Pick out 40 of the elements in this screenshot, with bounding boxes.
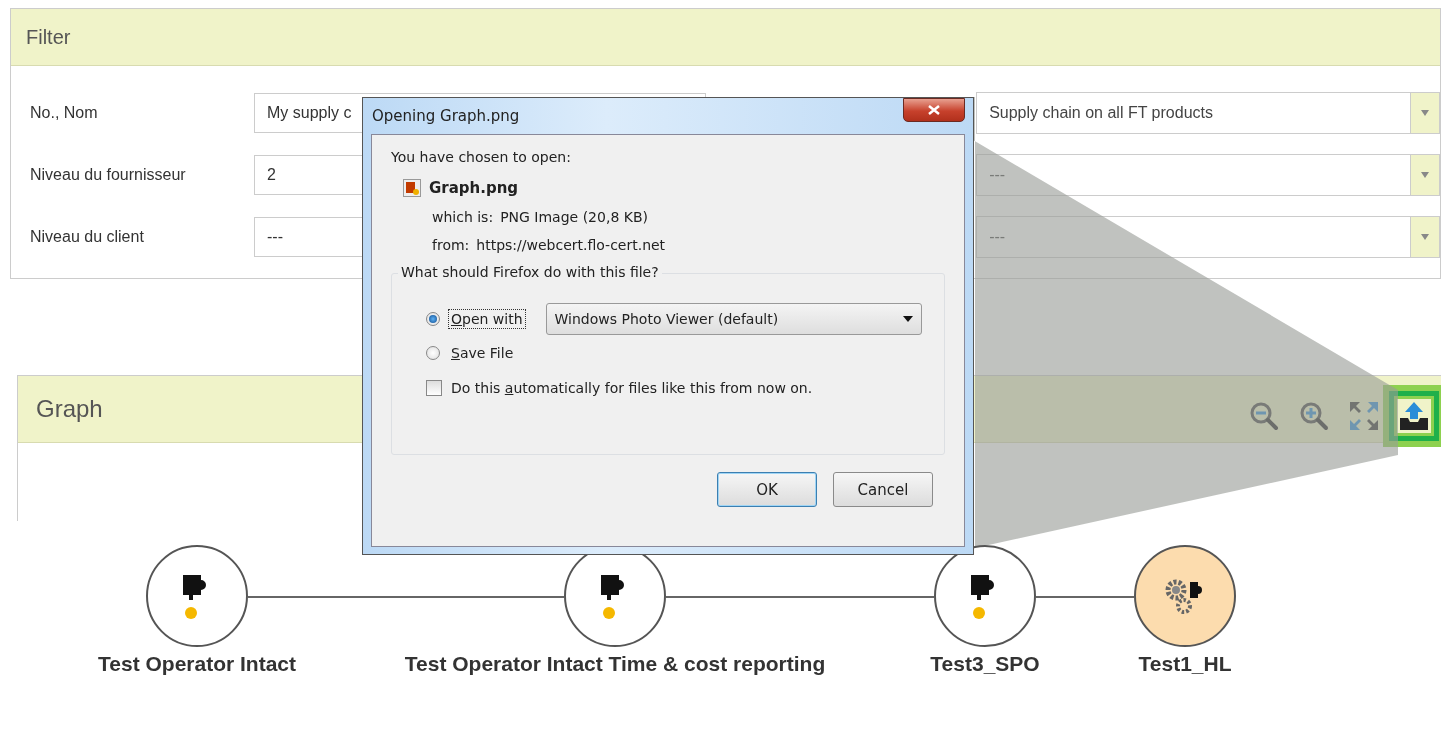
radio-button[interactable] <box>426 312 440 326</box>
zoom-in-icon[interactable] <box>1298 400 1330 432</box>
field-label: No., Nom <box>29 104 99 122</box>
node-label: Test1_HL <box>1138 652 1232 676</box>
detail-value: https://webcert.flo-cert.net <box>476 237 666 253</box>
caret-icon <box>1421 234 1429 240</box>
dialog-title: Opening Graph.png <box>372 107 521 125</box>
node-label: Test Operator Intact <box>98 652 296 676</box>
node-label: Test Operator Intact Time & cost reporting <box>404 652 826 676</box>
panel-title: Filter <box>26 25 71 49</box>
dialog-button[interactable]: Cancel <box>833 472 933 507</box>
radio-label[interactable]: Open with <box>448 309 526 329</box>
dropdown[interactable]: Supply chain on all FT products <box>976 92 1440 134</box>
field-label: Niveau du client <box>29 228 145 246</box>
caret-icon <box>1421 172 1429 178</box>
close-button[interactable] <box>903 98 965 122</box>
radio-button[interactable] <box>426 346 440 360</box>
field-label: Niveau du fournisseur <box>29 166 187 184</box>
detail-label: which is: <box>432 209 494 225</box>
dropdown-value: --- <box>988 228 1007 246</box>
caret-icon <box>1421 110 1429 116</box>
dropdown-value: Supply chain on all FT products <box>988 104 1214 122</box>
zoom-out-icon[interactable] <box>1248 400 1280 432</box>
file-name: Graph.png <box>429 179 519 197</box>
detail-label: from: <box>432 237 470 253</box>
dialog-button[interactable]: OK <box>717 472 817 507</box>
checkbox[interactable] <box>426 380 442 396</box>
export-icon[interactable] <box>1398 400 1430 432</box>
radio-label[interactable]: Save File <box>448 343 517 363</box>
image-file-icon <box>403 179 421 197</box>
caret-icon <box>902 316 913 322</box>
dialog-text: You have chosen to open: <box>391 149 572 165</box>
group-title: What should Firefox do with this file? <box>398 264 662 280</box>
app-dropdown[interactable]: Windows Photo Viewer (default) <box>545 303 922 335</box>
panel-title: Graph <box>36 395 104 423</box>
node-label: Test3_SPO <box>930 652 1040 676</box>
close-icon <box>927 104 941 116</box>
checkbox-label[interactable]: Do this automatically for files like this from now on. <box>451 380 813 396</box>
dropdown-value: --- <box>988 166 1007 184</box>
detail-value: PNG Image (20,8 KB) <box>500 209 648 225</box>
